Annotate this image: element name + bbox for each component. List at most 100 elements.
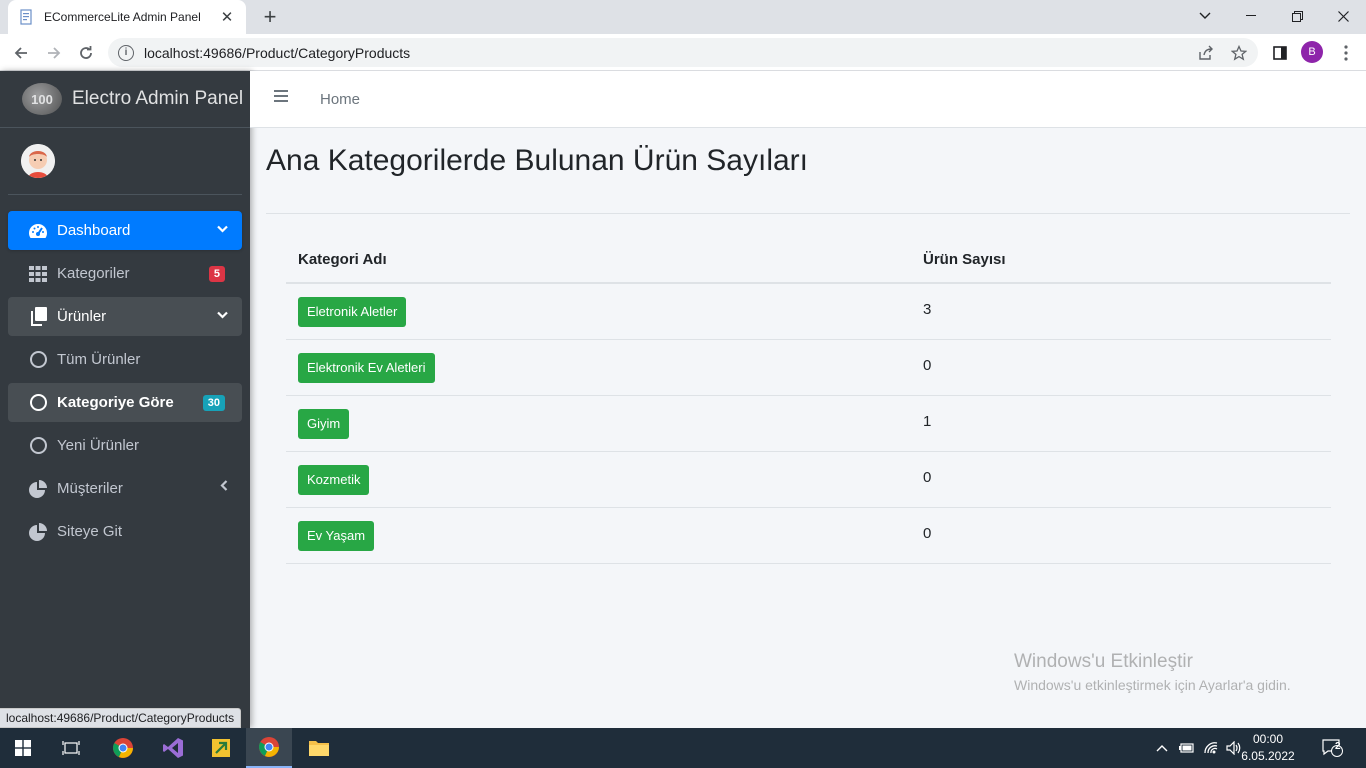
reload-icon[interactable] — [74, 41, 98, 65]
sidebar-item-urunler[interactable]: Ürünler — [8, 297, 242, 336]
count-badge: 30 — [202, 395, 225, 411]
sidebar-item-kategoriler[interactable]: Kategoriler 5 — [8, 254, 242, 293]
tachometer-icon — [28, 221, 48, 241]
chrome-active-icon[interactable] — [246, 728, 292, 768]
notifications-icon[interactable]: 2 — [1322, 728, 1344, 768]
watermark-title: Windows'u Etkinleştir — [1014, 651, 1193, 672]
tab-title: ECommerceLite Admin Panel — [44, 10, 201, 24]
brand-link[interactable]: 100 Electro Admin Panel — [0, 71, 250, 128]
circle-icon — [28, 350, 48, 370]
bookmark-star-icon[interactable] — [1231, 38, 1247, 67]
back-arrow-icon[interactable] — [9, 41, 33, 65]
notification-count: 2 — [1335, 741, 1341, 752]
product-count: 0 — [923, 469, 932, 486]
sidebar-item-label: Ürünler — [57, 308, 107, 325]
column-header-count: Ürün Sayısı — [923, 250, 1006, 268]
grid-icon — [28, 264, 48, 284]
product-count: 0 — [923, 525, 932, 542]
user-avatar[interactable] — [21, 144, 55, 178]
sidebar-item-musteriler[interactable]: Müşteriler — [8, 469, 242, 508]
brand-logo: 100 — [22, 83, 62, 115]
chevron-left-icon — [220, 480, 228, 494]
profile-avatar[interactable]: B — [1301, 41, 1323, 63]
chrome-icon[interactable] — [100, 728, 146, 768]
sql-tool-icon[interactable] — [198, 728, 244, 768]
page-favicon-icon — [18, 9, 34, 25]
link-status-bar: localhost:49686/Product/CategoryProducts — [0, 708, 242, 728]
divider — [266, 213, 1350, 214]
minimize-icon[interactable] — [1228, 0, 1274, 32]
battery-icon[interactable] — [1179, 728, 1195, 768]
sidebar-item-label: Tüm Ürünler — [57, 351, 141, 368]
restore-icon[interactable] — [1274, 0, 1320, 32]
category-button[interactable]: Ev Yaşam — [298, 520, 375, 551]
category-button[interactable]: Kozmetik — [298, 464, 370, 495]
circle-icon — [28, 436, 48, 456]
sidebar-item-label: Müşteriler — [57, 480, 123, 497]
table-row: Kozmetik 0 — [286, 452, 1331, 508]
copy-icon — [28, 307, 48, 327]
visual-studio-icon[interactable] — [150, 728, 196, 768]
side-panel-icon[interactable] — [1268, 41, 1292, 65]
category-button[interactable]: Giyim — [298, 408, 350, 439]
show-hidden-icons-chevron-icon[interactable] — [1156, 728, 1168, 768]
address-url: localhost:49686/Product/CategoryProducts — [144, 44, 411, 61]
sidebar-item-kategoriye-gore[interactable]: Kategoriye Göre 30 — [8, 383, 242, 422]
system-clock[interactable]: 00:00 6.05.2022 — [1240, 731, 1296, 765]
tab-search-chevron-icon[interactable] — [1182, 0, 1228, 32]
sidebar-item-dashboard[interactable]: Dashboard — [8, 211, 242, 250]
sidebar-item-tum-urunler[interactable]: Tüm Ürünler — [8, 340, 242, 379]
column-header-category: Kategori Adı — [298, 250, 387, 268]
top-navbar: Home — [250, 71, 1366, 128]
circle-icon — [28, 393, 48, 413]
sidebar-item-label: Yeni Ürünler — [57, 437, 139, 454]
sidebar-nav: Dashboard Kategoriler 5 Ürünler Tüm Ürün… — [0, 195, 250, 551]
wifi-icon[interactable] — [1203, 728, 1219, 768]
product-count: 0 — [923, 357, 932, 374]
site-info-icon[interactable]: i — [118, 44, 134, 61]
clock-date: 6.05.2022 — [1241, 749, 1295, 763]
file-explorer-icon[interactable] — [296, 728, 342, 768]
browser-menu-icon[interactable] — [1334, 41, 1358, 65]
table-header: Kategori Adı Ürün Sayısı — [286, 236, 1331, 284]
browser-tab-strip: ECommerceLite Admin Panel ✕ + — [0, 0, 1366, 34]
brand-name: Electro Admin Panel — [72, 88, 244, 109]
product-count: 1 — [923, 413, 932, 430]
share-icon[interactable] — [1198, 38, 1214, 67]
pie-chart-icon — [28, 479, 48, 499]
sidebar-item-yeni-urunler[interactable]: Yeni Ürünler — [8, 426, 242, 465]
table-row: Eletronik Aletler 3 — [286, 284, 1331, 340]
watermark-subtitle: Windows'u etkinleştirmek için Ayarlar'a … — [1014, 677, 1291, 693]
chevron-down-icon — [217, 222, 228, 236]
product-count: 3 — [923, 301, 932, 318]
sidebar: 100 Electro Admin Panel Dashboard Katego… — [0, 71, 250, 728]
pie-chart-icon — [28, 522, 48, 542]
close-window-icon[interactable] — [1320, 0, 1366, 32]
browser-toolbar: i localhost:49686/Product/CategoryProduc… — [0, 34, 1366, 71]
windows-activation-watermark: Windows'u Etkinleştir Windows'u etkinleş… — [1014, 651, 1291, 693]
table-row: Elektronik Ev Aletleri 0 — [286, 340, 1331, 396]
clock-time: 00:00 — [1252, 732, 1284, 746]
address-bar[interactable]: i localhost:49686/Product/CategoryProduc… — [108, 38, 1258, 67]
table-row: Ev Yaşam 0 — [286, 508, 1331, 564]
hamburger-menu-icon[interactable] — [274, 90, 288, 104]
category-button[interactable]: Elektronik Ev Aletleri — [298, 352, 435, 383]
sidebar-item-label: Siteye Git — [57, 523, 123, 540]
home-link[interactable]: Home — [320, 91, 360, 108]
forward-arrow-icon[interactable] — [42, 41, 66, 65]
category-products-table: Kategori Adı Ürün Sayısı Eletronik Aletl… — [286, 236, 1331, 564]
windows-taskbar: 00:00 6.05.2022 2 — [0, 728, 1366, 768]
windows-start-icon[interactable] — [0, 728, 46, 768]
sidebar-item-siteye-git[interactable]: Siteye Git — [8, 512, 242, 551]
table-row: Giyim 1 — [286, 396, 1331, 452]
chevron-down-icon — [217, 308, 228, 322]
browser-tab[interactable]: ECommerceLite Admin Panel ✕ — [8, 0, 246, 34]
category-button[interactable]: Eletronik Aletler — [298, 296, 407, 327]
sidebar-item-label: Dashboard — [57, 222, 131, 239]
tab-close-icon[interactable]: ✕ — [218, 8, 236, 26]
user-panel — [8, 128, 242, 195]
page-title: Ana Kategorilerde Bulunan Ürün Sayıları — [266, 144, 808, 177]
count-badge: 5 — [208, 266, 225, 282]
new-tab-icon[interactable]: + — [258, 4, 282, 30]
task-view-icon[interactable] — [48, 728, 94, 768]
